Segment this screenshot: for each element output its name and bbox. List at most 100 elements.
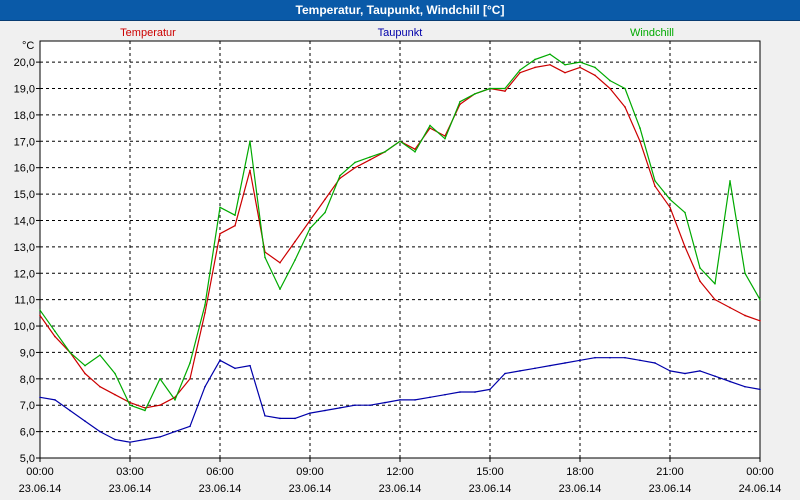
data-point-windchill <box>309 227 311 230</box>
data-point-taupunkt <box>159 436 161 438</box>
data-point-windchill <box>549 53 551 55</box>
data-point-temperatur <box>204 312 206 314</box>
data-point-temperatur <box>639 140 641 143</box>
data-point-temperatur <box>249 169 251 172</box>
data-point-windchill <box>579 61 581 63</box>
data-point-temperatur <box>729 306 731 309</box>
data-point-taupunkt <box>624 356 626 359</box>
x-tick-date: 23.06.14 <box>199 483 242 495</box>
data-point-temperatur <box>534 66 536 69</box>
data-point-windchill <box>114 372 116 375</box>
data-point-windchill <box>249 140 251 143</box>
y-tick-label: 18,0 <box>14 110 35 122</box>
data-point-taupunkt <box>339 407 341 409</box>
data-point-taupunkt <box>729 380 731 383</box>
data-point-taupunkt <box>369 404 371 407</box>
data-point-windchill <box>294 259 296 261</box>
x-tick-date: 23.06.14 <box>469 483 512 495</box>
data-point-temperatur <box>309 219 311 222</box>
data-point-taupunkt <box>534 367 536 370</box>
data-point-windchill <box>54 330 56 333</box>
data-point-taupunkt <box>549 364 551 367</box>
y-tick-label: 15,0 <box>14 189 35 201</box>
data-point-temperatur <box>234 224 236 227</box>
data-point-temperatur <box>699 280 701 282</box>
data-point-windchill <box>384 151 386 153</box>
y-tick-label: 14,0 <box>14 215 35 227</box>
x-tick-date: 23.06.14 <box>649 483 692 495</box>
data-point-taupunkt <box>39 396 41 399</box>
data-point-taupunkt <box>294 417 296 420</box>
data-point-temperatur <box>624 106 626 108</box>
data-point-taupunkt <box>249 364 251 367</box>
data-point-windchill <box>99 354 101 356</box>
data-point-temperatur <box>759 319 761 322</box>
data-point-taupunkt <box>309 412 311 414</box>
data-point-windchill <box>609 79 611 82</box>
y-tick-label: 5,0 <box>20 453 35 465</box>
x-tick-time: 00:00 <box>26 466 54 478</box>
data-point-temperatur <box>744 314 746 317</box>
data-point-taupunkt <box>519 370 521 372</box>
data-point-taupunkt <box>144 438 146 441</box>
data-point-windchill <box>69 351 71 354</box>
data-point-temperatur <box>159 404 161 407</box>
x-tick-date: 23.06.14 <box>379 483 422 495</box>
data-point-taupunkt <box>504 372 506 375</box>
data-point-windchill <box>474 92 476 95</box>
data-point-windchill <box>699 267 701 269</box>
data-point-taupunkt <box>354 404 356 407</box>
data-point-temperatur <box>324 198 326 201</box>
data-point-taupunkt <box>714 375 716 377</box>
data-point-temperatur <box>564 71 566 74</box>
x-tick-time: 18:00 <box>566 466 594 478</box>
data-point-taupunkt <box>474 391 476 393</box>
data-point-windchill <box>444 137 446 140</box>
data-point-taupunkt <box>129 441 131 443</box>
data-point-temperatur <box>579 66 581 69</box>
x-tick-time: 03:00 <box>116 466 144 478</box>
data-point-taupunkt <box>264 414 266 417</box>
data-point-windchill <box>624 87 626 90</box>
data-point-temperatur <box>114 393 116 396</box>
legend-temperatur: Temperatur <box>120 27 176 39</box>
chart-area: 5,0 6,0 7,0 8,0 9,0 10,0 11,0 12,0 13,0 14,0 15,0 1… <box>0 21 800 500</box>
data-point-taupunkt <box>189 425 191 428</box>
data-point-windchill <box>714 283 716 285</box>
y-tick-label: 13,0 <box>14 242 35 254</box>
data-point-windchill <box>39 309 41 312</box>
data-point-taupunkt <box>399 399 401 401</box>
data-point-temperatur <box>39 314 41 317</box>
data-point-taupunkt <box>609 356 611 359</box>
data-point-taupunkt <box>324 409 326 412</box>
data-point-windchill <box>339 174 341 177</box>
y-tick-label: 16,0 <box>14 163 35 175</box>
data-point-windchill <box>489 87 491 90</box>
data-point-taupunkt <box>414 399 416 401</box>
data-point-temperatur <box>504 90 506 92</box>
data-point-temperatur <box>714 298 716 301</box>
data-point-temperatur <box>294 240 296 243</box>
data-point-taupunkt <box>639 359 641 362</box>
x-tick-date: 23.06.14 <box>109 483 152 495</box>
data-point-windchill <box>534 58 536 61</box>
data-point-taupunkt <box>99 430 101 433</box>
data-point-taupunkt <box>579 359 581 362</box>
data-point-windchill <box>129 404 131 407</box>
data-point-taupunkt <box>384 401 386 404</box>
x-tick-time: 21:00 <box>656 466 684 478</box>
data-point-temperatur <box>669 206 671 209</box>
y-tick-label: 12,0 <box>14 268 35 280</box>
x-tick-date: 23.06.14 <box>559 483 602 495</box>
window-titlebar: Temperatur, Taupunkt, Windchill [°C] <box>0 0 800 21</box>
data-point-windchill <box>564 63 566 66</box>
data-point-taupunkt <box>114 438 116 441</box>
data-point-taupunkt <box>174 430 176 433</box>
data-point-taupunkt <box>759 388 761 391</box>
data-point-temperatur <box>369 158 371 161</box>
data-point-temperatur <box>99 385 101 388</box>
data-point-taupunkt <box>669 370 671 372</box>
data-point-taupunkt <box>204 385 206 388</box>
x-tick-time: 06:00 <box>206 466 234 478</box>
y-tick-label: 20,0 <box>14 57 35 69</box>
